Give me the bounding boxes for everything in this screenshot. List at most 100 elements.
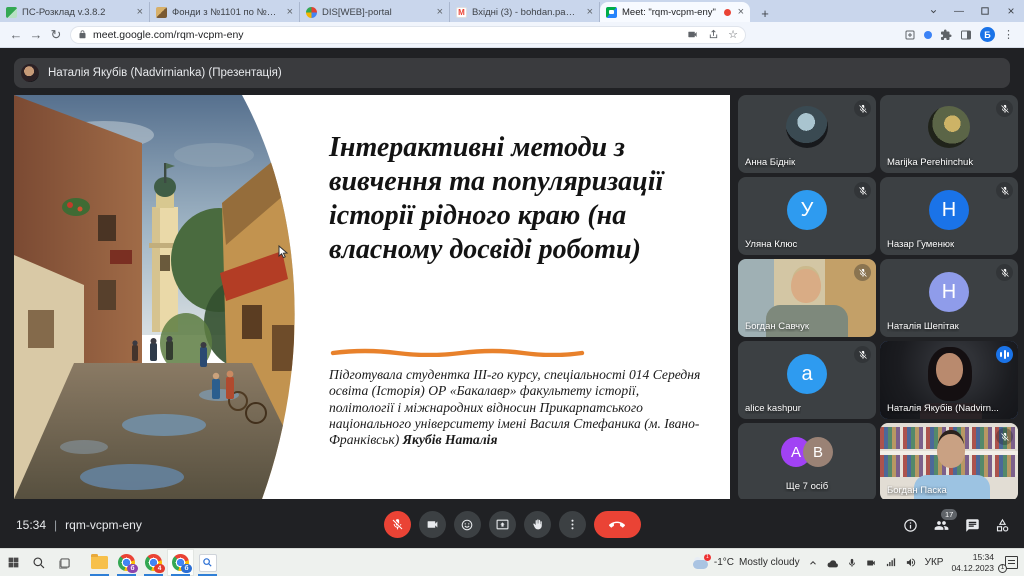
mic-muted-icon: [854, 264, 871, 281]
browser-tab-2[interactable]: Фонди з №1101 по №1200 – L×: [150, 2, 300, 22]
screen: ПС-Розклад v.3.8.2×Фонди з №1101 по №120…: [0, 0, 1024, 576]
extension-dot-icon[interactable]: [924, 31, 932, 39]
presenter-avatar: [21, 64, 39, 82]
microphone-tray-icon[interactable]: [847, 557, 857, 569]
tab-close-icon[interactable]: ×: [137, 6, 143, 18]
ps-favicon: [6, 7, 17, 18]
participant-name: Наталія Шепітак: [887, 321, 959, 332]
tab-close-icon[interactable]: ×: [437, 6, 443, 18]
camera-button[interactable]: [419, 511, 446, 538]
participant-tile-3[interactable]: УУляна Клюс: [738, 177, 876, 255]
search-icon[interactable]: [26, 549, 52, 576]
letter-avatar: Н: [929, 190, 969, 230]
window-chevron-icon[interactable]: [920, 0, 946, 22]
close-button[interactable]: ×: [998, 0, 1024, 22]
info-icon[interactable]: [903, 518, 918, 533]
tray-clock[interactable]: 15:34 04.12.2023: [951, 552, 994, 573]
weather-widget[interactable]: 1 -1°C Mostly cloudy: [693, 557, 800, 569]
mouse-cursor: [278, 245, 289, 259]
menu-dots-icon[interactable]: ⋮: [1003, 28, 1014, 41]
tray-chevron-icon[interactable]: [808, 558, 818, 568]
participant-tile-7[interactable]: aalice kashpur: [738, 341, 876, 419]
pin-icon[interactable]: [904, 29, 916, 41]
raise-hand-button[interactable]: [524, 511, 551, 538]
bookmark-star-icon[interactable]: ☆: [728, 28, 738, 41]
tab-title: DIS[WEB]-portal: [322, 7, 430, 18]
new-tab-button[interactable]: +: [756, 4, 774, 22]
system-tray: 1 -1°C Mostly cloudy УКР 15:34 04.12.202…: [693, 552, 1024, 573]
activities-icon[interactable]: [995, 518, 1010, 533]
search-app-button[interactable]: [194, 549, 221, 576]
address-bar[interactable]: meet.google.com/rqm-vcpm-eny ☆: [70, 26, 746, 44]
browser-tab-3[interactable]: DIS[WEB]-portal ×: [300, 2, 450, 22]
people-icon[interactable]: 17: [933, 518, 950, 533]
file-explorer-button[interactable]: [86, 549, 113, 576]
reload-icon[interactable]: ↻: [46, 25, 66, 45]
start-button[interactable]: [0, 549, 26, 576]
participant-tile-2[interactable]: Marijka Perehinchuk: [880, 95, 1018, 173]
mic-muted-icon: [854, 346, 871, 363]
camera-tray-icon[interactable]: [865, 558, 877, 568]
notification-count: 1: [998, 564, 1007, 573]
overflow-avatars: АВ: [738, 437, 876, 467]
chrome-profile-1-button[interactable]: б: [113, 549, 140, 576]
volume-icon[interactable]: [905, 557, 917, 568]
pinned-apps: б 4 б: [86, 549, 221, 576]
media-camera-icon[interactable]: [686, 29, 699, 40]
chat-icon[interactable]: [965, 518, 980, 533]
present-screen-button[interactable]: [489, 511, 516, 538]
participant-tile-10[interactable]: Богдан Паска: [880, 423, 1018, 499]
participant-name: alice kashpur: [745, 403, 801, 414]
meet-favicon: [606, 7, 617, 18]
notification-center-icon[interactable]: 1: [1002, 556, 1018, 570]
more-options-button[interactable]: [559, 511, 586, 538]
letter-avatar: У: [787, 190, 827, 230]
onedrive-cloud-icon[interactable]: [826, 558, 839, 568]
call-controls: [0, 511, 1024, 538]
lock-icon: [78, 29, 87, 40]
back-icon[interactable]: ←: [6, 25, 26, 45]
tab-title: ПС-Розклад v.3.8.2: [22, 7, 130, 18]
participant-tile-5[interactable]: Богдан Савчук: [738, 259, 876, 337]
weather-desc: Mostly cloudy: [739, 557, 800, 568]
network-icon[interactable]: [885, 557, 897, 568]
share-icon[interactable]: [708, 29, 719, 40]
side-panel-icon[interactable]: [960, 29, 972, 41]
chrome-profile-3-button-active[interactable]: б: [167, 549, 194, 576]
microphone-off-button[interactable]: [384, 511, 411, 538]
participant-tile-8[interactable]: Наталія Якубів (Nadvirn...: [880, 341, 1018, 419]
tray-time: 15:34: [973, 552, 994, 562]
task-view-icon[interactable]: [52, 549, 78, 576]
weather-icon: 1: [693, 557, 709, 569]
keyboard-language[interactable]: УКР: [925, 557, 944, 568]
toolbar-extensions: Б ⋮: [904, 27, 1018, 42]
participant-tile-1[interactable]: Анна Біднік: [738, 95, 876, 173]
participant-tile-9[interactable]: АВЩе 7 осіб: [738, 423, 876, 499]
tab-close-icon[interactable]: ×: [287, 6, 293, 18]
participant-name: Marijka Perehinchuk: [887, 157, 973, 168]
browser-tab-1[interactable]: ПС-Розклад v.3.8.2 ×: [0, 2, 150, 22]
reactions-button[interactable]: [454, 511, 481, 538]
participant-tile-6[interactable]: ННаталія Шепітак: [880, 259, 1018, 337]
participant-name: Назар Гуменюк: [887, 239, 954, 250]
tab-close-icon[interactable]: ×: [738, 6, 744, 18]
profile-avatar[interactable]: Б: [980, 27, 995, 42]
end-call-button[interactable]: [594, 511, 641, 538]
tabs-container: ПС-Розклад v.3.8.2×Фонди з №1101 по №120…: [0, 2, 750, 22]
participant-tile-4[interactable]: Н Назар Гуменюк: [880, 177, 1018, 255]
tab-close-icon[interactable]: ×: [587, 6, 593, 18]
browser-tab-4[interactable]: MВхідні (3) - bohdan.paska@pnu..×: [450, 2, 600, 22]
meet-app: Наталія Якубів (Nadvirnianka) (Презентац…: [0, 48, 1024, 548]
presenter-banner-text: Наталія Якубів (Nadvirnianka) (Презентац…: [48, 67, 282, 79]
presenter-banner: Наталія Якубів (Nadvirnianka) (Презентац…: [14, 58, 1010, 88]
maximize-button[interactable]: [972, 0, 998, 22]
minimize-button[interactable]: —: [946, 0, 972, 22]
presentation-slide: Інтерактивні методи з вивчення та популя…: [14, 95, 730, 499]
mic-muted-icon: [996, 100, 1013, 117]
url-text: meet.google.com/rqm-vcpm-eny: [93, 29, 244, 41]
forward-icon[interactable]: →: [26, 25, 46, 45]
browser-tab-5[interactable]: Meet: "rqm-vcpm-eny"×: [600, 2, 750, 22]
extensions-puzzle-icon[interactable]: [940, 29, 952, 41]
chrome-profile-2-button[interactable]: 4: [140, 549, 167, 576]
mic-muted-icon: [854, 100, 871, 117]
